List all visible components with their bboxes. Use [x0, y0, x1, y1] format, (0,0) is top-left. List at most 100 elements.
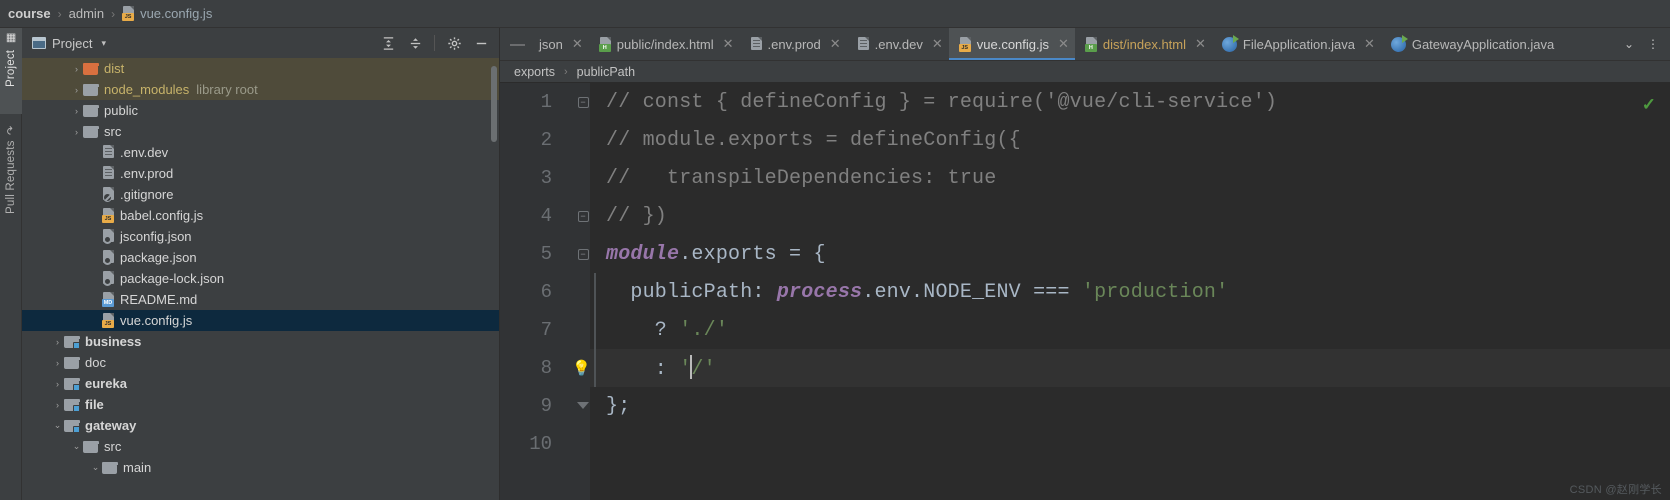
breadcrumb-item-file[interactable]: JS vue.config.js — [122, 6, 212, 21]
chevron-right-icon[interactable]: › — [70, 64, 83, 74]
editor-tab[interactable]: Hdist/index.html ✕ — [1075, 28, 1212, 60]
tree-row[interactable]: ⌄ main — [22, 457, 499, 478]
tree-row[interactable]: › jsconfig.json — [22, 226, 499, 247]
chevron-right-icon[interactable]: › — [51, 337, 64, 347]
sidebar-item-pull-requests[interactable]: Pull Requests ↷ — [0, 122, 22, 232]
chevron-right-icon[interactable]: › — [51, 379, 64, 389]
toolbar-divider — [434, 35, 435, 51]
intention-bulb-icon[interactable]: 💡 — [572, 359, 591, 377]
breadcrumb-item-exports[interactable]: exports — [514, 65, 555, 79]
close-icon[interactable]: ✕ — [1058, 36, 1069, 52]
tree-row[interactable]: › package-lock.json — [22, 268, 499, 289]
tree-row[interactable]: › .gitignore — [22, 184, 499, 205]
code-line[interactable]: 6 publicPath: process.env.NODE_ENV === '… — [541, 273, 1670, 311]
tree-row[interactable]: › public — [22, 100, 499, 121]
tree-row-label: public — [104, 103, 138, 118]
code-token: // const { defineConfig } = require('@vu… — [606, 90, 1278, 114]
code-line[interactable]: 7 ? './' — [541, 311, 1670, 349]
fold-collapse-icon[interactable]: − — [576, 95, 590, 110]
code-line[interactable]: 9}; — [541, 387, 1670, 425]
editor-tab[interactable]: JS vue.config.js ✕ — [948, 28, 1076, 60]
tree-row[interactable]: › eureka — [22, 373, 499, 394]
code-line[interactable]: 3 // transpileDependencies: true — [541, 159, 1670, 197]
editor-tab[interactable]: GatewayApplication.java — [1381, 28, 1560, 60]
tree-row[interactable]: ›JS babel.config.js — [22, 205, 499, 226]
project-window-icon — [32, 37, 46, 49]
chevron-right-icon[interactable]: › — [70, 127, 83, 137]
close-icon[interactable]: ✕ — [830, 36, 841, 52]
code-line[interactable]: 1 − // const { defineConfig } = require('@… — [541, 83, 1670, 121]
project-tree-scrollbar[interactable] — [491, 66, 497, 142]
chevron-down-icon[interactable]: ⌄ — [51, 420, 64, 431]
tree-row[interactable]: › src — [22, 121, 499, 142]
editor-tab[interactable]: Hpublic/index.html ✕ — [589, 28, 740, 60]
code-editor[interactable]: 1 − // const { defineConfig } = require('@… — [500, 83, 1670, 500]
code-token: 'production' — [1081, 280, 1229, 304]
collapse-all-button[interactable] — [403, 31, 427, 55]
editor-tab[interactable]: FileApplication.java ✕ — [1212, 28, 1381, 60]
tree-row[interactable]: › business — [22, 331, 499, 352]
tree-row[interactable]: ⌄ gateway — [22, 415, 499, 436]
code-text: : '/' — [590, 355, 716, 381]
code-line[interactable]: 2 // module.exports = defineConfig({ — [541, 121, 1670, 159]
editor-tab-label: FileApplication.java — [1242, 36, 1355, 52]
fold-collapse-icon[interactable]: − — [576, 247, 590, 262]
tab-list-dropdown-button[interactable]: ⌄ — [1618, 32, 1640, 56]
tree-row[interactable]: › node_modules library root — [22, 79, 499, 100]
chevron-right-icon[interactable]: › — [51, 358, 64, 368]
tree-row[interactable]: ⌄ src — [22, 436, 499, 457]
close-icon[interactable]: ✕ — [723, 36, 734, 52]
code-line[interactable]: 5− module.exports = { — [541, 235, 1670, 273]
close-icon[interactable]: ✕ — [932, 36, 943, 52]
code-content[interactable]: 1 − // const { defineConfig } = require('@… — [529, 83, 1670, 500]
chevron-right-icon[interactable]: › — [51, 400, 64, 410]
close-icon[interactable]: ✕ — [1364, 36, 1375, 52]
chevron-right-icon[interactable]: › — [70, 106, 83, 116]
inspection-status-icon[interactable]: ✓ — [1642, 95, 1656, 115]
code-line[interactable]: 10 — [529, 425, 1670, 463]
editor-tab[interactable]: .env.dev ✕ — [847, 28, 949, 60]
editor-options-menu-button[interactable]: ⋮ — [1642, 32, 1664, 56]
tree-row[interactable]: › doc — [22, 352, 499, 373]
code-line[interactable]: 4 − // }) — [541, 197, 1670, 235]
code-token: // }) — [606, 204, 668, 228]
tree-row[interactable]: › dist — [22, 58, 499, 79]
navigation-breadcrumb-bar: course › admin › JS vue.config.js — [0, 0, 1670, 28]
chevron-down-icon[interactable]: ▾ — [101, 38, 106, 49]
tree-row[interactable]: ›MD README.md — [22, 289, 499, 310]
code-token: process — [776, 280, 863, 304]
editor-tab[interactable]: json ✕ — [535, 28, 589, 60]
breadcrumb-item-publicpath[interactable]: publicPath — [577, 65, 635, 79]
json-file-icon — [102, 250, 115, 265]
breadcrumb-item-admin[interactable]: admin — [69, 6, 104, 21]
tree-row[interactable]: ›JS vue.config.js — [22, 310, 499, 331]
sidebar-item-project[interactable]: Project ▦ — [0, 28, 22, 114]
chevron-down-icon[interactable]: ⌄ — [70, 441, 83, 452]
code-token: .exports = { — [679, 242, 826, 266]
close-icon[interactable]: ✕ — [1195, 36, 1206, 52]
chevron-right-icon[interactable]: › — [70, 85, 83, 95]
editor-tab[interactable]: .env.prod ✕ — [740, 28, 847, 60]
tree-row[interactable]: › file — [22, 394, 499, 415]
tree-row-label: file — [85, 397, 104, 412]
code-text: // const { defineConfig } = require('@vu… — [590, 91, 1277, 114]
tree-row[interactable]: › .env.dev — [22, 142, 499, 163]
settings-gear-button[interactable] — [442, 31, 466, 55]
code-text: // transpileDependencies: true — [590, 167, 996, 190]
editor-tab-label: public/index.html — [616, 36, 714, 52]
close-icon[interactable]: ✕ — [572, 36, 583, 52]
hide-panel-button[interactable] — [469, 31, 493, 55]
chevron-down-icon[interactable]: ⌄ — [89, 462, 102, 473]
expand-all-button[interactable] — [376, 31, 400, 55]
tree-row-label: node_modules — [104, 82, 190, 97]
watermark-text: CSDN @赵刚学长 — [1569, 484, 1662, 496]
breadcrumb-item-course[interactable]: course — [8, 6, 51, 21]
tree-row[interactable]: › .env.prod — [22, 163, 499, 184]
tree-row[interactable]: › package.json — [22, 247, 499, 268]
chevron-right-icon: › — [89, 274, 102, 284]
code-line[interactable]: 8 💡 : '/' — [541, 349, 1670, 387]
line-number: 8 — [540, 357, 552, 379]
fold-end-icon[interactable] — [576, 399, 590, 414]
project-file-tree[interactable]: › dist › node_modules library root › public › sr… — [22, 58, 499, 500]
fold-marker-icon[interactable]: − — [576, 209, 590, 224]
